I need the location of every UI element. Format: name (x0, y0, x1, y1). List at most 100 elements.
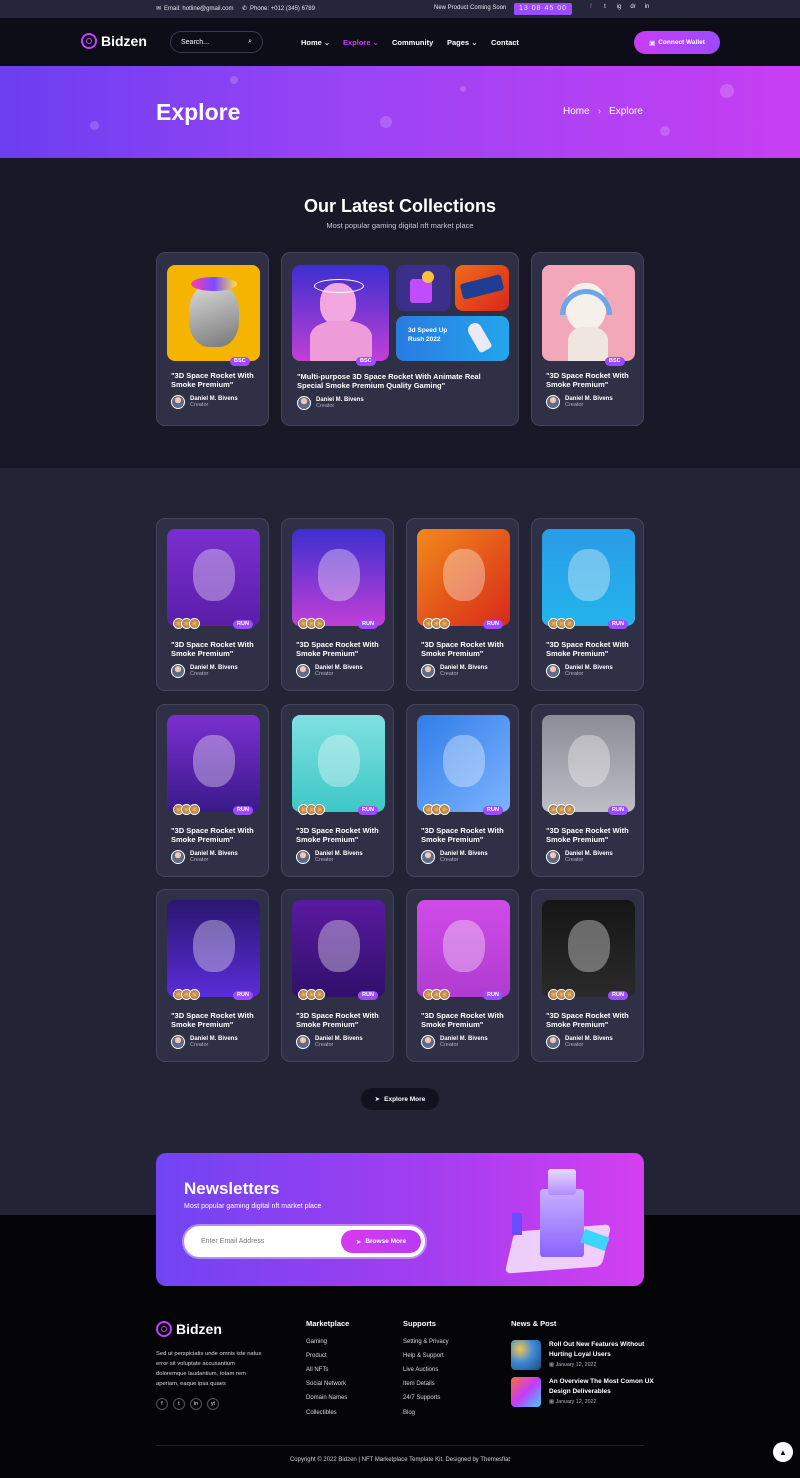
nft-image[interactable] (292, 900, 385, 997)
news-post[interactable]: Roll Out New Features Without Hurting Lo… (511, 1340, 654, 1370)
collection-image[interactable] (542, 265, 635, 361)
creator-info[interactable]: Daniel M. Bivens Creator (171, 1035, 238, 1049)
footer-link[interactable]: Help & Support (403, 1353, 444, 1359)
nav-pages[interactable]: Pages ⌄ (447, 38, 477, 47)
footer-link[interactable]: Product (306, 1353, 327, 1359)
nav-home[interactable]: Home ⌄ (301, 38, 330, 47)
creator-info[interactable]: Daniel M. Bivens Creator (546, 1035, 613, 1049)
nft-name[interactable]: "3D Space Rocket With Smoke Premium" (296, 826, 388, 844)
facebook-icon[interactable]: f (156, 1398, 168, 1410)
nft-card[interactable]: RUN "3D Space Rocket With Smoke Premium"… (406, 889, 519, 1062)
nft-image[interactable] (167, 529, 260, 626)
collection-name[interactable]: "Multi-purpose 3D Space Rocket With Anim… (297, 372, 507, 390)
collection-card[interactable]: BSC "3D Space Rocket With Smoke Premium"… (531, 252, 644, 426)
logo[interactable]: Bidzen (81, 33, 147, 49)
nft-card[interactable]: RUN "3D Space Rocket With Smoke Premium"… (156, 704, 269, 877)
nft-name[interactable]: "3D Space Rocket With Smoke Premium" (296, 1011, 388, 1029)
footer-link[interactable]: Gaming (306, 1339, 327, 1345)
search-icon[interactable]: ⌕ (248, 38, 252, 46)
nft-card[interactable]: RUN "3D Space Rocket With Smoke Premium"… (531, 518, 644, 691)
collection-name[interactable]: "3D Space Rocket With Smoke Premium" (171, 371, 263, 389)
creator-info[interactable]: Daniel M. Bivens Creator (297, 396, 364, 410)
nft-name[interactable]: "3D Space Rocket With Smoke Premium" (546, 826, 638, 844)
creator-info[interactable]: Daniel M. Bivens Creator (171, 850, 238, 864)
creator-info[interactable]: Daniel M. Bivens Creator (421, 1035, 488, 1049)
twitter-icon[interactable]: t (173, 1398, 185, 1410)
collection-image[interactable] (292, 265, 389, 361)
footer-link[interactable]: Live Auctions (403, 1367, 438, 1373)
nft-name[interactable]: "3D Space Rocket With Smoke Premium" (421, 640, 513, 658)
nft-image[interactable] (167, 715, 260, 812)
nft-name[interactable]: "3D Space Rocket With Smoke Premium" (421, 826, 513, 844)
nft-image[interactable] (542, 529, 635, 626)
creator-info[interactable]: Daniel M. Bivens Creator (296, 664, 363, 678)
footer-link[interactable]: Domain Names (306, 1395, 347, 1401)
creator-info[interactable]: Daniel M. Bivens Creator (296, 850, 363, 864)
creator-info[interactable]: Daniel M. Bivens Creator (296, 1035, 363, 1049)
explore-more-button[interactable]: ➤ Explore More (361, 1088, 439, 1110)
dribbble-icon[interactable]: dr (629, 4, 637, 10)
collection-image[interactable] (167, 265, 260, 361)
nft-image[interactable] (542, 715, 635, 812)
nft-name[interactable]: "3D Space Rocket With Smoke Premium" (546, 640, 638, 658)
promo-banner[interactable]: 3d Speed Up Rush 2022 (396, 316, 509, 361)
nft-card[interactable]: RUN "3D Space Rocket With Smoke Premium"… (281, 704, 394, 877)
nft-image[interactable] (542, 900, 635, 997)
nft-name[interactable]: "3D Space Rocket With Smoke Premium" (171, 640, 263, 658)
nft-card[interactable]: RUN "3D Space Rocket With Smoke Premium"… (281, 518, 394, 691)
footer-link[interactable]: Collectibles (306, 1410, 337, 1416)
footer-link[interactable]: 24/7 Supports (403, 1395, 440, 1401)
nft-image[interactable] (417, 529, 510, 626)
linkedin-icon[interactable]: in (190, 1398, 202, 1410)
connect-wallet-button[interactable]: ▣ Connect Wallet (634, 31, 720, 54)
nft-image[interactable] (292, 715, 385, 812)
creator-info[interactable]: Daniel M. Bivens Creator (546, 850, 613, 864)
creator-info[interactable]: Daniel M. Bivens Creator (171, 395, 238, 409)
creator-info[interactable]: Daniel M. Bivens Creator (546, 664, 613, 678)
nft-card[interactable]: RUN "3D Space Rocket With Smoke Premium"… (156, 889, 269, 1062)
creator-info[interactable]: Daniel M. Bivens Creator (546, 395, 613, 409)
collection-image[interactable] (455, 265, 509, 311)
footer-link[interactable]: Setting & Privacy (403, 1339, 449, 1345)
nft-image[interactable] (292, 529, 385, 626)
nft-name[interactable]: "3D Space Rocket With Smoke Premium" (171, 826, 263, 844)
collection-name[interactable]: "3D Space Rocket With Smoke Premium" (546, 371, 638, 389)
creator-info[interactable]: Daniel M. Bivens Creator (421, 850, 488, 864)
facebook-icon[interactable]: f (587, 4, 595, 10)
collection-image[interactable] (396, 265, 451, 311)
nav-explore[interactable]: Explore ⌄ (343, 38, 379, 47)
collection-card[interactable]: 3d Speed Up Rush 2022 BSC "Multi-purpose… (281, 252, 519, 426)
breadcrumb-home[interactable]: Home (563, 106, 590, 117)
nft-name[interactable]: "3D Space Rocket With Smoke Premium" (546, 1011, 638, 1029)
nft-image[interactable] (417, 715, 510, 812)
twitter-icon[interactable]: t (601, 4, 609, 10)
footer-link[interactable]: Blog (403, 1410, 415, 1416)
footer-link[interactable]: All NFTs (306, 1367, 328, 1373)
linkedin-icon[interactable]: in (643, 4, 651, 10)
youtube-icon[interactable]: yt (207, 1398, 219, 1410)
back-to-top-button[interactable]: ▲ (773, 1442, 793, 1462)
nft-card[interactable]: RUN "3D Space Rocket With Smoke Premium"… (281, 889, 394, 1062)
creator-info[interactable]: Daniel M. Bivens Creator (421, 664, 488, 678)
nft-card[interactable]: RUN "3D Space Rocket With Smoke Premium"… (156, 518, 269, 691)
nav-community[interactable]: Community (392, 38, 433, 47)
nft-card[interactable]: RUN "3D Space Rocket With Smoke Premium"… (406, 704, 519, 877)
nft-card[interactable]: RUN "3D Space Rocket With Smoke Premium"… (531, 889, 644, 1062)
nft-name[interactable]: "3D Space Rocket With Smoke Premium" (296, 640, 388, 658)
nft-image[interactable] (417, 900, 510, 997)
nft-image[interactable] (167, 900, 260, 997)
nft-name[interactable]: "3D Space Rocket With Smoke Premium" (171, 1011, 263, 1029)
email-field[interactable]: Enter Email Address ➤ Browse More (184, 1226, 425, 1257)
search-input[interactable]: Search... ⌕ (170, 31, 263, 53)
footer-logo[interactable]: Bidzen (156, 1321, 222, 1337)
instagram-icon[interactable]: ig (615, 4, 623, 10)
nft-name[interactable]: "3D Space Rocket With Smoke Premium" (421, 1011, 513, 1029)
footer-link[interactable]: Item Details (403, 1381, 435, 1387)
creator-info[interactable]: Daniel M. Bivens Creator (171, 664, 238, 678)
news-post[interactable]: An Overview The Most Comon UX Design Del… (511, 1377, 654, 1407)
footer-link[interactable]: Social Network (306, 1381, 346, 1387)
nav-contact[interactable]: Contact (491, 38, 519, 47)
nft-card[interactable]: RUN "3D Space Rocket With Smoke Premium"… (406, 518, 519, 691)
news-thumbnail[interactable] (511, 1377, 541, 1407)
news-thumbnail[interactable] (511, 1340, 541, 1370)
